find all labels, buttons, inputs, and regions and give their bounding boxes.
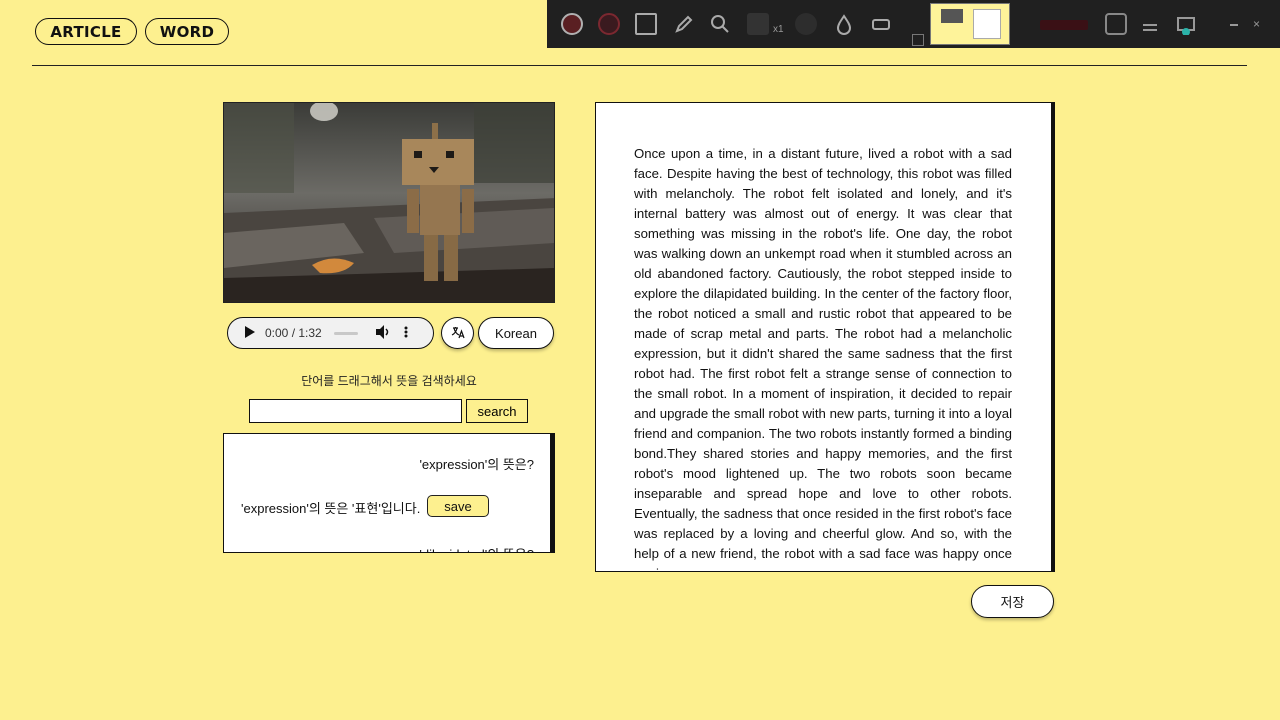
play-icon[interactable]: [245, 325, 255, 341]
header-divider: [32, 65, 1247, 66]
story-image: [223, 102, 555, 303]
search-hint: 단어를 드래그해서 뜻을 검색하세요: [301, 374, 477, 388]
article-panel[interactable]: Once upon a time, in a distant future, l…: [595, 102, 1055, 572]
effects-icon[interactable]: [833, 13, 855, 35]
article-text: Once upon a time, in a distant future, l…: [634, 146, 1012, 571]
save-word-button[interactable]: save: [427, 495, 489, 517]
result-question: 'dilapidated'의 뜻은?: [419, 544, 534, 552]
word-result-panel[interactable]: 'expression'의 뜻은? 'expression'의 뜻은 '표현'입…: [223, 433, 555, 553]
audio-time: 0:00 / 1:32: [265, 326, 322, 340]
webcam-icon[interactable]: [747, 13, 769, 35]
mute-icon[interactable]: [912, 34, 924, 46]
audio-progress[interactable]: [333, 331, 358, 335]
pen-icon[interactable]: [673, 13, 695, 35]
result-question: 'expression'의 뜻은?: [419, 457, 534, 472]
translate-icon: [451, 325, 465, 342]
recorder-toolbar: x1 ×: [547, 0, 1280, 48]
screenshot-icon[interactable]: [635, 13, 657, 35]
result-answer: 'expression'의 뜻은 '표현'입니다.: [241, 501, 421, 516]
record-status: [1040, 20, 1088, 30]
search-button[interactable]: search: [466, 399, 528, 423]
close-icon[interactable]: ×: [1253, 17, 1260, 31]
window-icon[interactable]: [1105, 13, 1127, 35]
result-scrollbar[interactable]: [550, 434, 554, 552]
audio-player[interactable]: 0:00 / 1:32: [227, 317, 434, 349]
word-search-input[interactable]: [249, 399, 462, 423]
cursor-icon[interactable]: [795, 13, 817, 35]
more-options-icon[interactable]: [404, 326, 408, 341]
store-button[interactable]: 저장: [971, 585, 1054, 618]
language-button[interactable]: Korean: [478, 317, 554, 349]
preview-thumbnail[interactable]: [930, 3, 1010, 45]
pin-icon[interactable]: [1139, 13, 1161, 35]
word-tab[interactable]: WORD: [145, 18, 229, 45]
volume-icon[interactable]: [375, 324, 390, 342]
translate-button[interactable]: [441, 317, 474, 349]
minimize-icon[interactable]: [1230, 24, 1238, 26]
record-icon[interactable]: [561, 13, 583, 35]
zoom-level: x1: [773, 24, 784, 35]
record-area-icon[interactable]: [598, 13, 620, 35]
article-tab[interactable]: ARTICLE: [35, 18, 137, 45]
settings-icon[interactable]: [1175, 13, 1197, 36]
zoom-icon[interactable]: [709, 13, 731, 35]
audio-settings-icon[interactable]: [870, 13, 892, 35]
